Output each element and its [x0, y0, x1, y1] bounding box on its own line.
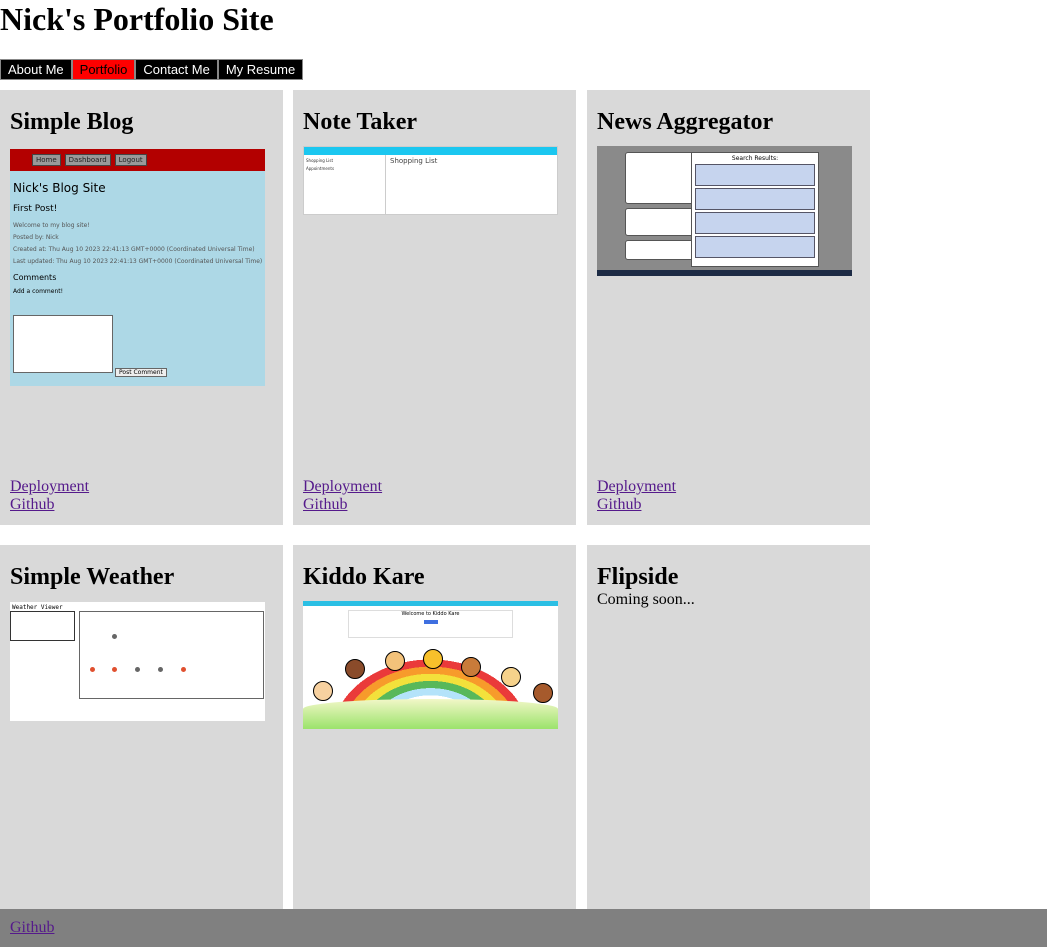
- footer-github-link[interactable]: Github: [10, 919, 54, 937]
- blog-post-title: First Post!: [13, 204, 58, 214]
- main-nav: About Me Portfolio Contact Me My Resume: [0, 59, 304, 80]
- project-title: Kiddo Kare: [303, 564, 425, 590]
- project-links: Deployment Github: [597, 478, 676, 514]
- blog-comments-heading: Comments: [13, 273, 57, 282]
- blog-nav-dashboard: Dashboard: [64, 154, 111, 166]
- blog-post-body: Welcome to my blog site!: [13, 222, 90, 229]
- github-link[interactable]: Github: [597, 496, 676, 514]
- blog-post-button: Post Comment: [115, 368, 167, 377]
- project-title: Simple Weather: [10, 564, 175, 590]
- footer: Github: [0, 909, 1047, 947]
- project-title: News Aggregator: [597, 109, 774, 135]
- project-card-note-taker: Note Taker Shopping List Appointments Sho…: [293, 90, 576, 525]
- project-screenshot: Home Dashboard Logout Nick's Blog Site F…: [10, 149, 265, 386]
- blog-add-comment: Add a comment!: [13, 288, 64, 295]
- deployment-link[interactable]: Deployment: [303, 478, 382, 496]
- project-title: Note Taker: [303, 109, 417, 135]
- project-card-simple-blog: Simple Blog Home Dashboard Logout Nick's…: [0, 90, 283, 525]
- coming-soon-text: Coming soon...: [597, 591, 695, 608]
- project-card-simple-weather: Simple Weather Weather Viewer: [0, 545, 283, 909]
- project-title: Simple Blog: [10, 109, 134, 135]
- project-screenshot: Search Results:: [597, 146, 852, 276]
- blog-navbar: Home Dashboard Logout: [10, 149, 265, 171]
- project-card-news-aggregator: News Aggregator Search Results: Deployme…: [587, 90, 870, 525]
- nav-my-resume[interactable]: My Resume: [217, 59, 304, 80]
- page-title: Nick's Portfolio Site: [0, 1, 274, 37]
- project-screenshot: Weather Viewer: [10, 602, 265, 721]
- blog-posted-by: Posted by: Nick: [13, 234, 59, 241]
- blog-comment-box: [13, 315, 113, 373]
- project-links: Deployment Github: [303, 478, 382, 514]
- blog-nav-home: Home: [32, 154, 61, 166]
- deployment-link[interactable]: Deployment: [597, 478, 676, 496]
- project-card-kiddo-kare: Kiddo Kare Welcome to Kiddo Kare: [293, 545, 576, 909]
- kiddo-welcome: Welcome to Kiddo Kare: [401, 611, 460, 617]
- weather-title: Weather Viewer: [12, 604, 63, 611]
- blog-created: Created at: Thu Aug 10 2023 22:41:13 GMT…: [13, 246, 255, 253]
- news-results-title: Search Results:: [731, 155, 779, 162]
- blog-updated: Last updated: Thu Aug 10 2023 22:41:13 G…: [13, 258, 263, 265]
- nav-portfolio[interactable]: Portfolio: [71, 59, 136, 80]
- github-link[interactable]: Github: [303, 496, 382, 514]
- note-main-title: Shopping List: [390, 157, 438, 165]
- project-screenshot: Shopping List Appointments Shopping List: [303, 146, 558, 215]
- project-card-flipside: Flipside Coming soon...: [587, 545, 870, 909]
- blog-nav-logout: Logout: [114, 154, 147, 166]
- github-link[interactable]: Github: [10, 496, 89, 514]
- nav-contact-me[interactable]: Contact Me: [135, 59, 218, 80]
- deployment-link[interactable]: Deployment: [10, 478, 89, 496]
- nav-about-me[interactable]: About Me: [0, 59, 72, 80]
- project-title: Flipside: [597, 564, 679, 590]
- blog-site-title: Nick's Blog Site: [13, 181, 106, 195]
- project-links: Deployment Github: [10, 478, 89, 514]
- project-screenshot: Welcome to Kiddo Kare: [303, 601, 558, 729]
